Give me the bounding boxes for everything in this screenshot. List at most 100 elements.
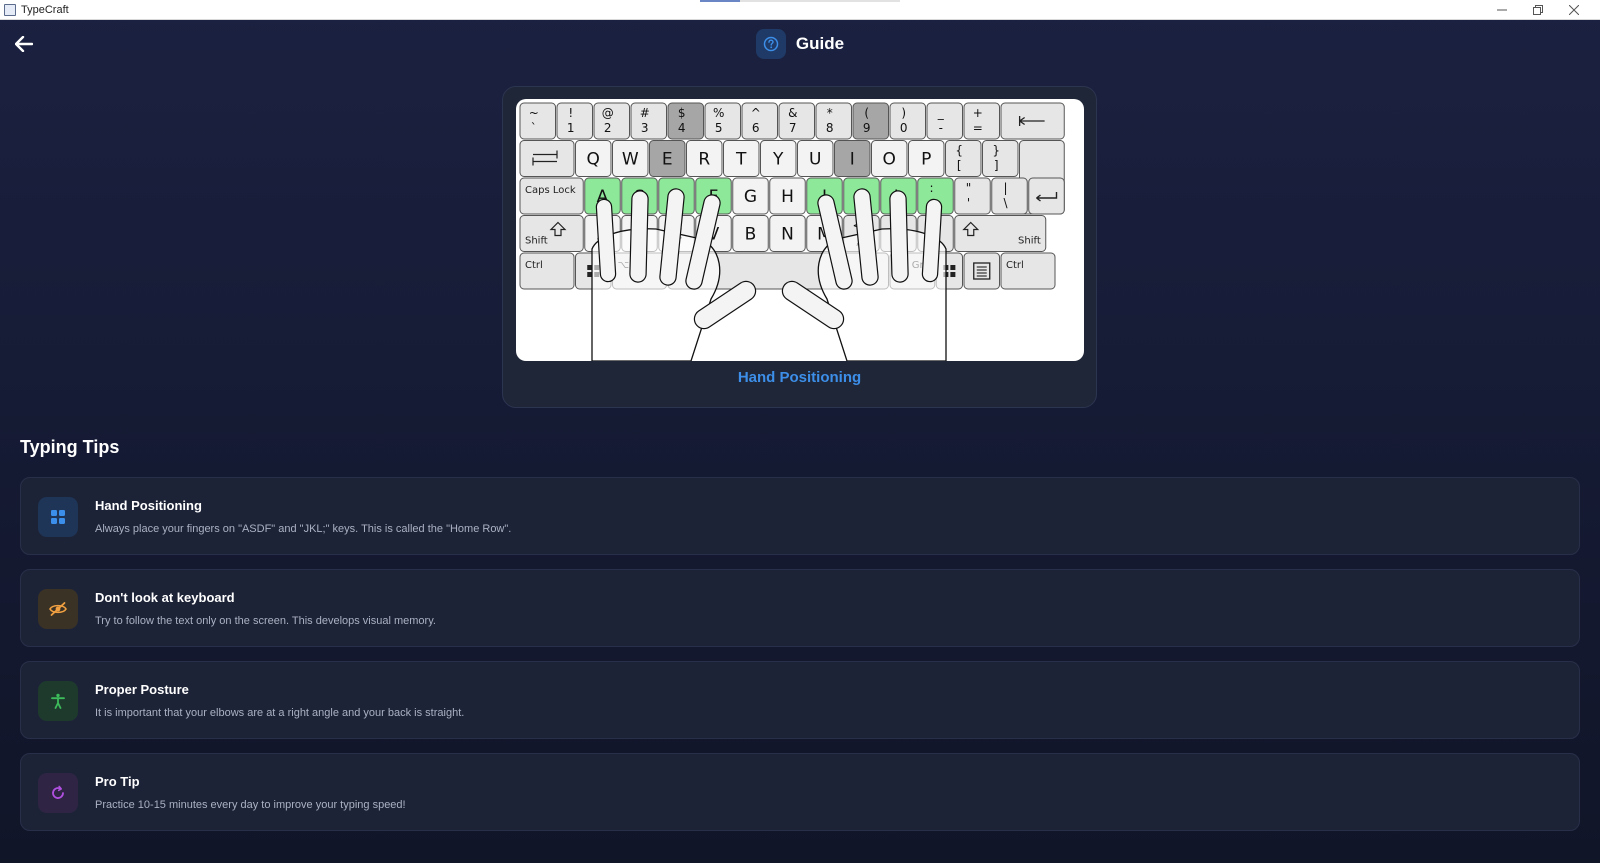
key-label: U xyxy=(809,150,821,170)
keyboard-key: ^6 xyxy=(741,102,778,140)
key-label: N xyxy=(781,225,794,245)
key-cap xyxy=(519,252,575,290)
right-middle xyxy=(854,189,878,285)
key-cap xyxy=(945,140,982,177)
key-label: Q xyxy=(587,150,600,170)
keyboard-guide-card: ~ `! 1 @2 #3 $4% 5 ^ 6 & 7 * 8(9) 0 _ - + = Q W E R T Y U I O P{[}]… xyxy=(502,86,1097,408)
key-cap xyxy=(982,140,1019,177)
key-cap xyxy=(963,252,1000,290)
page-title: Guide xyxy=(795,34,845,53)
key-upper-label: } xyxy=(992,144,1000,158)
key-upper-label: ^ xyxy=(751,106,761,120)
key-cap xyxy=(519,177,584,215)
minimize-icon xyxy=(1497,9,1507,11)
help-badge xyxy=(755,29,786,59)
key-lower-label: [ xyxy=(957,159,962,173)
key-label: R xyxy=(698,150,710,170)
tip-title: Don't look at keyboard xyxy=(95,590,235,605)
key-label: H xyxy=(781,187,794,207)
key-lower-label: = xyxy=(973,121,983,135)
tip-card-proper-posture: Proper Posture It is important that your… xyxy=(20,661,1580,739)
keyboard-key: #3 xyxy=(630,102,667,140)
keyboard-key: *8 xyxy=(815,102,852,140)
key-cap xyxy=(1028,177,1065,215)
key-upper-label: $ xyxy=(678,106,686,120)
key-lower-label: 4 xyxy=(678,121,686,135)
keyboard-key: E xyxy=(649,140,686,177)
tip-card-dont-look: Don't look at keyboard Try to follow the… xyxy=(20,569,1580,647)
key-cap xyxy=(556,102,593,140)
key-cap xyxy=(852,102,889,140)
key-cap xyxy=(1000,252,1056,290)
key-text-label: Ctrl xyxy=(1006,260,1024,271)
tip-icon-box xyxy=(38,497,78,537)
key-cap xyxy=(926,102,963,140)
key-upper-label: ~ xyxy=(529,106,539,120)
key-upper-label: _ xyxy=(937,106,945,120)
key-text-label: Caps Lock xyxy=(525,185,576,196)
key-label: P xyxy=(921,150,931,170)
app-title: TypeCraft xyxy=(21,3,69,16)
loading-progress-fill xyxy=(700,0,740,2)
minimize-button[interactable] xyxy=(1484,0,1520,20)
keyboard-svg: ~`!1@2#3$4%5^6&7*8(9)0_-+=Q W E R T Y U I O P{[}]… xyxy=(519,102,1065,361)
keyboard-key xyxy=(1028,177,1065,215)
keyboard-key: B xyxy=(732,215,769,252)
key-lower-label: 7 xyxy=(789,121,797,135)
keyboard-key: Ctrl xyxy=(519,252,575,290)
key-upper-label: ! xyxy=(568,106,573,120)
window-controls xyxy=(1484,0,1592,20)
key-lower-label: 0 xyxy=(900,121,908,135)
key-upper-label: & xyxy=(788,106,797,120)
accessibility-icon xyxy=(51,693,65,709)
loading-progress-bar xyxy=(700,0,900,2)
keyboard-key: !1 xyxy=(556,102,593,140)
keyboard-key: |\ xyxy=(991,177,1028,215)
page-header: Guide xyxy=(0,28,1600,60)
keyboard-key: $4 xyxy=(667,102,704,140)
key-lower-label: 6 xyxy=(752,121,760,135)
key-upper-label: : xyxy=(929,181,933,195)
keyboard-key: &7 xyxy=(778,102,815,140)
key-lower-label: ' xyxy=(967,196,970,210)
key-label: E xyxy=(662,150,673,170)
key-label: T xyxy=(735,150,747,170)
keyboard-key: W xyxy=(612,140,649,177)
close-button[interactable] xyxy=(1556,0,1592,20)
keyboard-key: _- xyxy=(926,102,963,140)
key-cap xyxy=(667,102,704,140)
tip-description: Try to follow the text only on the scree… xyxy=(95,615,436,627)
key-upper-label: ) xyxy=(901,106,906,120)
keyboard-key: R xyxy=(686,140,723,177)
refresh-icon xyxy=(52,785,64,799)
keyboard-key: P xyxy=(908,140,945,177)
eye-off-icon xyxy=(49,602,67,616)
keyboard-key: (9 xyxy=(852,102,889,140)
app-icon xyxy=(4,3,16,16)
right-ring xyxy=(890,191,908,282)
left-middle xyxy=(660,189,684,285)
keyboard-key xyxy=(519,140,575,177)
tip-description: It is important that your elbows are at … xyxy=(95,707,465,719)
keyboard-caption: Hand Positioning xyxy=(737,369,862,386)
key-upper-label: + xyxy=(973,106,983,120)
keyboard-key: "' xyxy=(954,177,991,215)
restore-button[interactable] xyxy=(1520,0,1556,20)
keyboard-key: G xyxy=(732,177,769,215)
keyboard-illustration: ~ `! 1 @2 #3 $4% 5 ^ 6 & 7 * 8(9) 0 _ - + = Q W E R T Y U I O P{[}]… xyxy=(516,99,1084,361)
key-lower-label: 5 xyxy=(715,121,723,135)
key-upper-label: @ xyxy=(602,106,614,120)
keyboard-key: I xyxy=(834,140,871,177)
keyboard-key: Shift xyxy=(519,215,584,252)
keyboard-key: {[ xyxy=(945,140,982,177)
key-upper-label: " xyxy=(966,181,972,195)
keyboard-key: Y xyxy=(760,140,797,177)
keyboard-key: @2 xyxy=(593,102,630,140)
tip-icon-box xyxy=(38,589,78,629)
keyboard-key: U xyxy=(797,140,834,177)
keyboard-key: T xyxy=(723,140,760,177)
grid-icon xyxy=(51,510,65,524)
keyboard-key: H xyxy=(769,177,806,215)
key-upper-label: % xyxy=(713,106,724,120)
keyboard-key: %5 xyxy=(704,102,741,140)
